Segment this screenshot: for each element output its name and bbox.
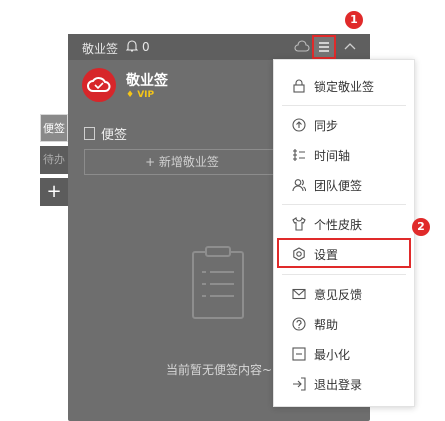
menu-item-sync[interactable]: 同步 xyxy=(274,111,414,139)
clipboard-icon xyxy=(192,246,244,319)
avatar[interactable] xyxy=(82,68,116,102)
tab-notes[interactable]: 便签 xyxy=(40,114,68,142)
timeline-icon xyxy=(293,149,305,161)
team-icon xyxy=(292,179,306,192)
username: 敬业签 xyxy=(126,73,168,89)
bell-icon[interactable] xyxy=(126,39,138,53)
lock-icon xyxy=(293,79,305,93)
menu-divider xyxy=(282,204,406,205)
menu-item-minimize[interactable]: 最小化 xyxy=(274,340,414,368)
step-1-badge: 1 xyxy=(345,11,363,29)
help-icon xyxy=(292,317,306,331)
menu-item-team[interactable]: 团队便签 xyxy=(274,171,414,199)
menu-item-lock[interactable]: 锁定敬业签 xyxy=(274,72,414,100)
menu-item-skin[interactable]: 个性皮肤 xyxy=(274,210,414,238)
vip-badge: ♦ VIP xyxy=(126,90,155,100)
note-icon xyxy=(84,127,95,140)
dropdown-menu: 锁定敬业签 同步 时间轴 团队便签 个性皮肤 设置 意见反馈 帮助 最小化 退出… xyxy=(273,59,415,407)
sync-icon xyxy=(292,118,306,132)
mail-icon xyxy=(292,288,306,300)
add-note-button[interactable]: + 新增敬业签 xyxy=(84,149,280,175)
step-2-badge: 2 xyxy=(412,218,430,236)
tab-add[interactable]: + xyxy=(40,178,68,206)
chevron-up-icon[interactable] xyxy=(344,41,356,51)
menu-item-feedback[interactable]: 意见反馈 xyxy=(274,280,414,308)
tab-todo[interactable]: 待办 xyxy=(40,146,68,174)
menu-item-timeline[interactable]: 时间轴 xyxy=(274,141,414,169)
menu-divider xyxy=(282,274,406,275)
settings-icon xyxy=(293,247,305,261)
notes-section-title: 便签 xyxy=(84,124,127,143)
menu-item-logout[interactable]: 退出登录 xyxy=(274,370,414,398)
title-bar: 敬业签 0 xyxy=(68,34,370,60)
cloud-logo-icon xyxy=(87,77,111,92)
app-title: 敬业签 xyxy=(82,42,119,56)
logout-icon xyxy=(293,377,306,391)
cloud-icon[interactable] xyxy=(294,40,310,54)
shirt-icon xyxy=(292,217,306,231)
notification-count: 0 xyxy=(142,40,150,54)
menu-item-help[interactable]: 帮助 xyxy=(274,310,414,338)
menu-divider xyxy=(282,105,406,106)
menu-button[interactable] xyxy=(312,35,336,59)
hamburger-icon xyxy=(319,42,329,52)
minimize-icon xyxy=(292,347,306,361)
empty-state-text: 当前暂无便签内容~ xyxy=(166,363,273,377)
menu-item-settings[interactable]: 设置 xyxy=(277,238,411,268)
